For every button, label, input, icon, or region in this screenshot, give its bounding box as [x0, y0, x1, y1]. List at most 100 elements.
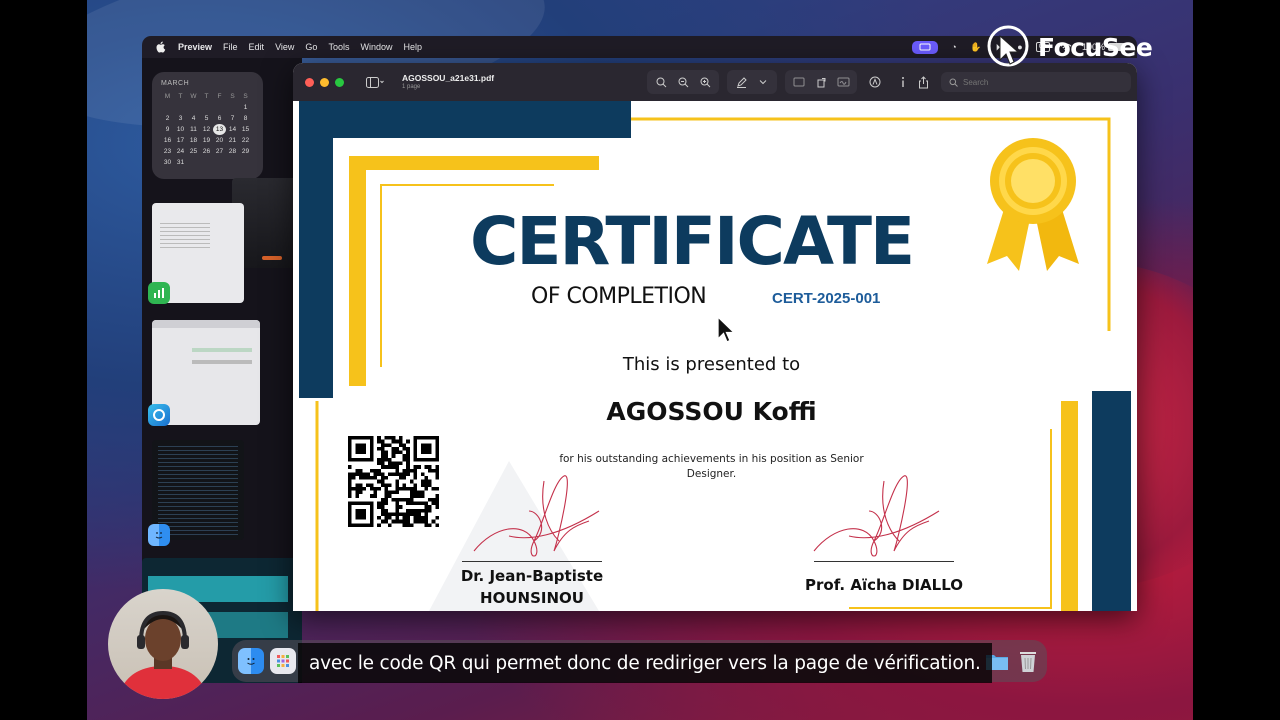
menu-edit[interactable]: Edit [249, 42, 265, 52]
recipient-name: AGOSSOU Koffi [606, 397, 817, 426]
calendar-day[interactable]: 6 [213, 113, 226, 124]
edge-browser-icon[interactable] [148, 404, 170, 426]
calendar-day[interactable]: 5 [200, 113, 213, 124]
thumbnail-bar [262, 256, 282, 260]
thumbnail-lines [158, 446, 238, 536]
finder-icon[interactable] [148, 524, 170, 546]
close-button[interactable] [305, 77, 314, 87]
hand-icon[interactable]: ✋ [970, 42, 982, 52]
calendar-day[interactable]: 1 [239, 102, 252, 113]
calendar-day[interactable]: 23 [161, 146, 174, 157]
calendar-day[interactable]: 2 [161, 113, 174, 124]
thumbnail-titlebar [152, 320, 260, 328]
calendar-day[interactable]: 4 [187, 113, 200, 124]
calendar-day[interactable]: 11 [187, 124, 200, 135]
calendar-day[interactable]: 26 [200, 146, 213, 157]
chevron-down-icon[interactable] [753, 72, 773, 92]
screen: Preview File Edit View Go Tools Window H… [0, 0, 1280, 720]
signatory-1: Dr. Jean-Baptiste HOUNSINOU [447, 561, 617, 610]
calendar-day[interactable]: 14 [226, 124, 239, 135]
calendar-weekday: S [243, 93, 248, 100]
calendar-day[interactable]: 16 [161, 135, 174, 146]
calendar-day[interactable] [174, 102, 187, 113]
calendar-day[interactable]: 20 [213, 135, 226, 146]
calendar-day[interactable]: 18 [187, 135, 200, 146]
calendar-day[interactable]: 30 [161, 157, 174, 168]
gold-bar-right [1061, 401, 1078, 611]
calendar-day[interactable]: 9 [161, 124, 174, 135]
window-controls [305, 77, 344, 87]
certificate-id: CERT-2025-001 [772, 290, 881, 307]
search-icon [949, 78, 958, 87]
markup-pen-icon[interactable] [731, 72, 751, 92]
signature-line [462, 561, 602, 562]
calendar-day[interactable] [161, 102, 174, 113]
menu-view[interactable]: View [275, 42, 294, 52]
annotate-icon[interactable] [865, 72, 885, 92]
dock-finder-icon[interactable] [238, 648, 264, 674]
verification-qr-code[interactable] [348, 436, 439, 527]
calendar-day[interactable]: 17 [174, 135, 187, 146]
zoom-in-icon[interactable] [695, 72, 715, 92]
calendar-day[interactable]: 24 [174, 146, 187, 157]
thumbnail-row [192, 348, 252, 352]
signature-icon[interactable] [833, 72, 853, 92]
zoom-button[interactable] [335, 77, 344, 87]
calendar-day[interactable]: 29 [239, 146, 252, 157]
calendar-day[interactable] [200, 102, 213, 113]
crop-icon[interactable] [789, 72, 809, 92]
calendar-day[interactable]: 13 [213, 124, 226, 135]
menu-help[interactable]: Help [403, 42, 422, 52]
menu-file[interactable]: File [223, 42, 238, 52]
calendar-day[interactable]: 27 [213, 146, 226, 157]
document-title: AGOSSOU_a21e31.pdf 1 page [402, 74, 494, 91]
presenter-webcam [108, 589, 218, 699]
calendar-day[interactable]: 31 [174, 157, 187, 168]
toolbar-actions [647, 70, 1137, 94]
presenter-avatar [118, 610, 208, 699]
screen-record-icon[interactable] [911, 40, 938, 54]
calendar-widget[interactable]: MARCH M T W T F S S 1 2 3 4 5 6 7 8 9 10 11 12 13 14 15 16 17 18… [152, 72, 263, 179]
calendar-day[interactable]: 15 [239, 124, 252, 135]
thumbnail-time [262, 216, 296, 238]
document-page-count: 1 page [402, 84, 421, 91]
calendar-day[interactable]: 19 [200, 135, 213, 146]
info-icon[interactable] [893, 72, 913, 92]
calendar-day[interactable]: 10 [174, 124, 187, 135]
calendar-day[interactable] [226, 102, 239, 113]
search-field[interactable] [941, 72, 1131, 92]
calendar-day[interactable]: 12 [200, 124, 213, 135]
rotate-icon[interactable] [811, 72, 831, 92]
dock-launchpad-icon[interactable] [270, 648, 296, 674]
numbers-icon[interactable] [148, 282, 170, 304]
zoom-fit-icon[interactable] [651, 72, 671, 92]
thumbnail-row [192, 360, 252, 364]
calendar-day[interactable] [213, 102, 226, 113]
menu-tools[interactable]: Tools [328, 42, 349, 52]
calendar-day[interactable]: 25 [187, 146, 200, 157]
apple-icon[interactable] [154, 41, 168, 53]
share-icon[interactable] [913, 72, 933, 92]
menu-window[interactable]: Window [360, 42, 392, 52]
calendar-grid: M T W T F S S 1 2 3 4 5 6 7 8 9 10 11 12 13 14 15 16 17 18 19 20 21… [161, 91, 254, 168]
calendar-day[interactable]: 3 [174, 113, 187, 124]
menu-go[interactable]: Go [305, 42, 317, 52]
calendar-day[interactable]: 22 [239, 135, 252, 146]
stopwatch-icon[interactable]: ◔ [948, 42, 960, 52]
signatory-2-name: Prof. Aïcha DIALLO [805, 576, 963, 594]
dock-trash-icon[interactable] [1015, 648, 1041, 674]
calendar-weekday: T [204, 93, 209, 100]
presented-to-text: This is presented to [622, 354, 801, 375]
sidebar-toggle-icon[interactable] [362, 72, 388, 92]
calendar-day[interactable]: 21 [226, 135, 239, 146]
calendar-day[interactable]: 28 [226, 146, 239, 157]
menu-app-preview[interactable]: Preview [178, 42, 212, 52]
minimize-button[interactable] [320, 77, 329, 87]
zoom-out-icon[interactable] [673, 72, 693, 92]
document-filename[interactable]: AGOSSOU_a21e31.pdf [402, 74, 494, 83]
certificate-page: CERTIFICATE OF COMPLETION CERT-2025-001 … [299, 101, 1131, 611]
calendar-day[interactable] [187, 102, 200, 113]
calendar-day[interactable]: 7 [226, 113, 239, 124]
search-input[interactable] [963, 77, 1113, 87]
calendar-day[interactable]: 8 [239, 113, 252, 124]
